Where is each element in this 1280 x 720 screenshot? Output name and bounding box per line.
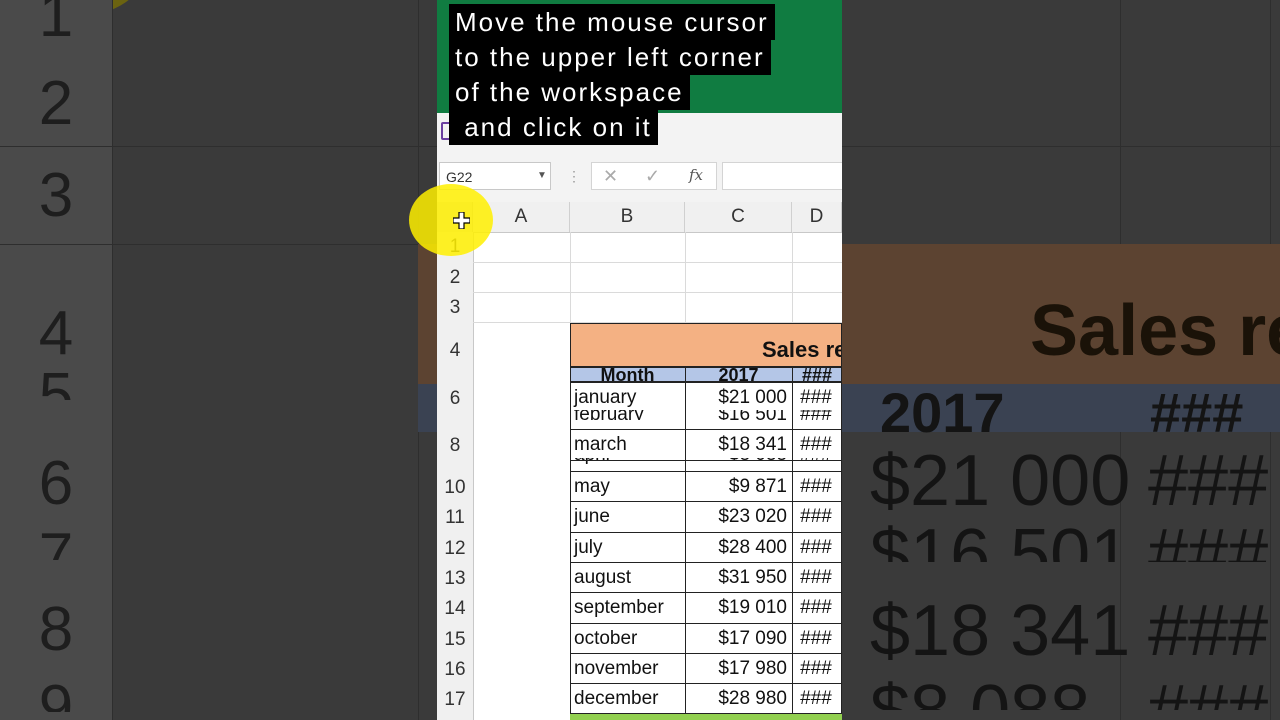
cursor-highlight (409, 184, 493, 256)
cell-month[interactable]: august (574, 567, 631, 589)
row-header[interactable]: 2 (437, 267, 473, 289)
bg-rownum: 7 (38, 521, 74, 560)
bg-rownum: 2 (38, 69, 74, 138)
table-title: Sales re (762, 337, 842, 362)
bg-rownum: 6 (38, 449, 74, 518)
cell-d[interactable]: ### (800, 410, 832, 420)
caption-line: Move the mouse cursor (449, 4, 775, 40)
cell-d[interactable]: ### (799, 506, 833, 528)
cell-month[interactable]: december (574, 688, 659, 710)
bg-value: $8 088 (870, 670, 1090, 710)
cell-d[interactable]: ### (799, 688, 833, 710)
cell-month[interactable]: july (574, 537, 603, 559)
bg-title: Sales re (1030, 291, 1280, 371)
cell-value[interactable]: $18 341 (685, 434, 787, 456)
cancel-icon[interactable]: ✕ (603, 166, 618, 187)
cell-d[interactable]: ### (799, 567, 833, 589)
row-header[interactable]: 4 (437, 340, 473, 362)
bg-rownum: 8 (38, 595, 74, 664)
caption-line: and click on it (449, 109, 658, 145)
cell-value[interactable]: $28 400 (685, 537, 787, 559)
cell-month[interactable]: september (574, 597, 664, 619)
enter-icon[interactable]: ✓ (645, 166, 660, 187)
row-header[interactable]: 8 (437, 435, 473, 457)
cell-value[interactable]: $28 980 (685, 688, 787, 710)
cell-d[interactable]: ### (799, 434, 833, 456)
cell-value[interactable]: $17 090 (685, 628, 787, 650)
column-header-d[interactable]: D (792, 202, 842, 232)
insert-function-icon[interactable]: fx (689, 166, 703, 184)
caption-line: of the workspace (449, 74, 690, 110)
bg-rownum: 9 (38, 673, 74, 712)
cell-value[interactable]: $31 950 (685, 567, 787, 589)
cell-value[interactable]: $17 980 (685, 658, 787, 680)
header-month[interactable]: Month (570, 364, 685, 382)
column-header-b[interactable]: B (570, 202, 685, 232)
formula-input[interactable] (722, 162, 842, 190)
cell-month[interactable]: june (574, 506, 610, 528)
row-header[interactable]: 12 (437, 538, 473, 560)
cell-value[interactable]: $21 000 (685, 387, 787, 409)
bg-value: $16 501 (870, 515, 1131, 562)
cell-d[interactable]: ### (799, 597, 833, 619)
cell-value[interactable]: $16 501 (718, 410, 787, 420)
bg-hash: ### (1148, 515, 1269, 562)
cell-month[interactable]: october (574, 628, 637, 650)
column-header-c[interactable]: C (685, 202, 792, 232)
bg-rownum: 5 (38, 361, 74, 400)
row-header[interactable]: 17 (437, 689, 473, 711)
cell-month[interactable]: may (574, 476, 610, 498)
bg-hash: ### (1148, 441, 1269, 521)
row-header[interactable]: 13 (437, 568, 473, 590)
row-header[interactable]: 14 (437, 598, 473, 620)
bg-hash: ### (1150, 381, 1244, 444)
cell-d[interactable]: ### (799, 658, 833, 680)
row-header[interactable]: 3 (437, 297, 473, 319)
row-header[interactable]: 10 (437, 477, 473, 499)
row-header[interactable]: 6 (437, 388, 473, 410)
bg-hash: ### (1148, 670, 1268, 710)
cell-value[interactable]: $9 871 (685, 476, 787, 498)
cell-value[interactable]: $23 020 (685, 506, 787, 528)
cell-d[interactable]: ### (799, 628, 833, 650)
bg-rownum: 3 (38, 161, 74, 230)
bg-value: $18 341 (870, 591, 1131, 671)
cross-cursor-icon (453, 212, 470, 229)
row-header[interactable]: 16 (437, 659, 473, 681)
row-header[interactable]: 11 (437, 507, 473, 529)
caption-line: to the upper left corner (449, 39, 771, 75)
header-d[interactable]: ### (792, 364, 842, 382)
header-year[interactable]: 2017 (685, 364, 792, 382)
bg-year: 2017 (880, 381, 1005, 444)
cell-month[interactable]: november (574, 658, 659, 680)
cell-month[interactable]: march (574, 434, 627, 456)
bg-rownum: 4 (38, 299, 74, 368)
cell-d[interactable]: ### (799, 537, 833, 559)
chevron-down-icon[interactable]: ▼ (537, 170, 547, 181)
bg-value: $21 000 (870, 441, 1131, 521)
bg-hash: ### (1148, 591, 1269, 671)
cell-d[interactable]: ### (799, 387, 833, 409)
cell-value[interactable]: $19 010 (685, 597, 787, 619)
bg-rownum: 1 (38, 0, 74, 50)
cell-month[interactable]: january (574, 387, 636, 409)
row-header[interactable]: 15 (437, 629, 473, 651)
cell-month[interactable]: february (574, 410, 644, 420)
total-row (570, 714, 842, 720)
cell-d[interactable]: ### (799, 476, 833, 498)
more-icon: ⋮ (567, 168, 581, 184)
